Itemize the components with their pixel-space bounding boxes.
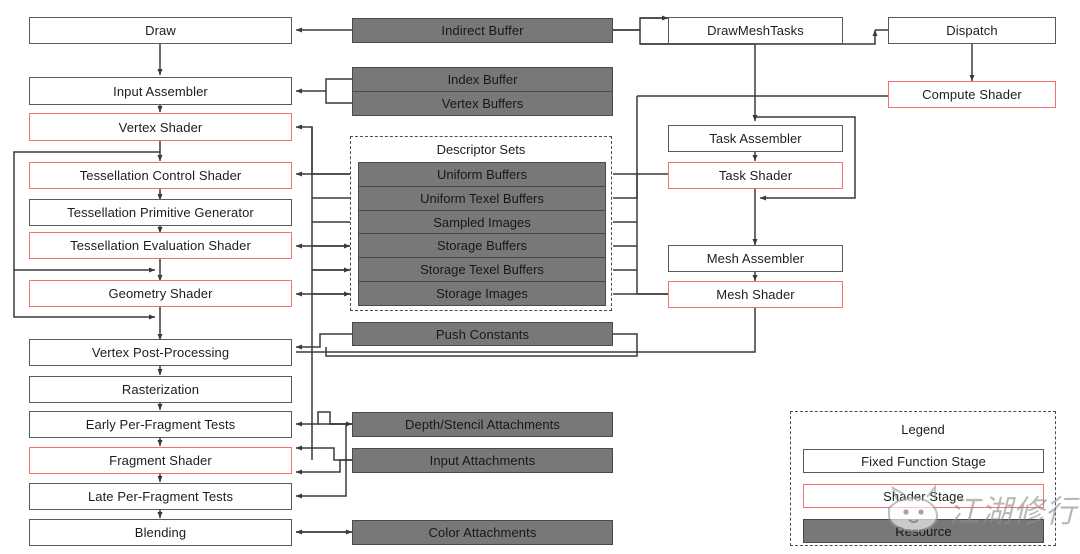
descriptor-sets-stack[interactable]: Uniform Buffers Uniform Texel Buffers Sa… <box>358 162 606 306</box>
stage-mesh-assembler[interactable]: Mesh Assembler <box>668 245 843 272</box>
stage-blending[interactable]: Blending <box>29 519 292 546</box>
stage-tessellation-control-shader[interactable]: Tessellation Control Shader <box>29 162 292 189</box>
descriptor-storage-texel-buffers[interactable]: Storage Texel Buffers <box>359 257 605 281</box>
resource-vertex-buffers[interactable]: Vertex Buffers <box>353 91 612 115</box>
descriptor-sets-title: Descriptor Sets <box>436 142 526 157</box>
stage-task-shader[interactable]: Task Shader <box>668 162 843 189</box>
stage-tessellation-primitive-generator[interactable]: Tessellation Primitive Generator <box>29 199 292 226</box>
resource-color-attachments[interactable]: Color Attachments <box>352 520 613 545</box>
descriptor-storage-buffers[interactable]: Storage Buffers <box>359 233 605 257</box>
stage-fragment-shader[interactable]: Fragment Shader <box>29 447 292 474</box>
resource-push-constants[interactable]: Push Constants <box>352 322 613 346</box>
resource-indirect-buffer[interactable]: Indirect Buffer <box>352 18 613 43</box>
stage-input-assembler[interactable]: Input Assembler <box>29 77 292 105</box>
legend-resource: Resource <box>803 519 1044 543</box>
stage-vertex-post-processing[interactable]: Vertex Post-Processing <box>29 339 292 366</box>
legend-fixed-function-stage: Fixed Function Stage <box>803 449 1044 473</box>
stage-geometry-shader[interactable]: Geometry Shader <box>29 280 292 307</box>
resource-input-attachments[interactable]: Input Attachments <box>352 448 613 473</box>
stage-draw[interactable]: Draw <box>29 17 292 44</box>
descriptor-storage-images[interactable]: Storage Images <box>359 281 605 305</box>
legend-shader-stage: Shader Stage <box>803 484 1044 508</box>
descriptor-uniform-texel-buffers[interactable]: Uniform Texel Buffers <box>359 185 605 210</box>
descriptor-uniform-buffers[interactable]: Uniform Buffers <box>359 163 605 186</box>
stage-early-per-fragment-tests[interactable]: Early Per-Fragment Tests <box>29 411 292 438</box>
stage-task-assembler[interactable]: Task Assembler <box>668 125 843 152</box>
stage-compute-shader[interactable]: Compute Shader <box>888 81 1056 108</box>
stage-dispatch[interactable]: Dispatch <box>888 17 1056 44</box>
stage-draw-mesh-tasks[interactable]: DrawMeshTasks <box>668 17 843 44</box>
stage-vertex-shader[interactable]: Vertex Shader <box>29 113 292 141</box>
stage-late-per-fragment-tests[interactable]: Late Per-Fragment Tests <box>29 483 292 510</box>
pipeline-diagram: Draw Input Assembler Vertex Shader Tesse… <box>0 0 1080 554</box>
stage-rasterization[interactable]: Rasterization <box>29 376 292 403</box>
legend-title: Legend <box>901 422 945 437</box>
resource-depth-stencil-attachments[interactable]: Depth/Stencil Attachments <box>352 412 613 437</box>
resource-index-buffer[interactable]: Index Buffer <box>353 68 612 91</box>
stage-mesh-shader[interactable]: Mesh Shader <box>668 281 843 308</box>
resource-geometry-buffers[interactable]: Index Buffer Vertex Buffers <box>352 67 613 116</box>
descriptor-sampled-images[interactable]: Sampled Images <box>359 209 605 234</box>
stage-tessellation-evaluation-shader[interactable]: Tessellation Evaluation Shader <box>29 232 292 259</box>
